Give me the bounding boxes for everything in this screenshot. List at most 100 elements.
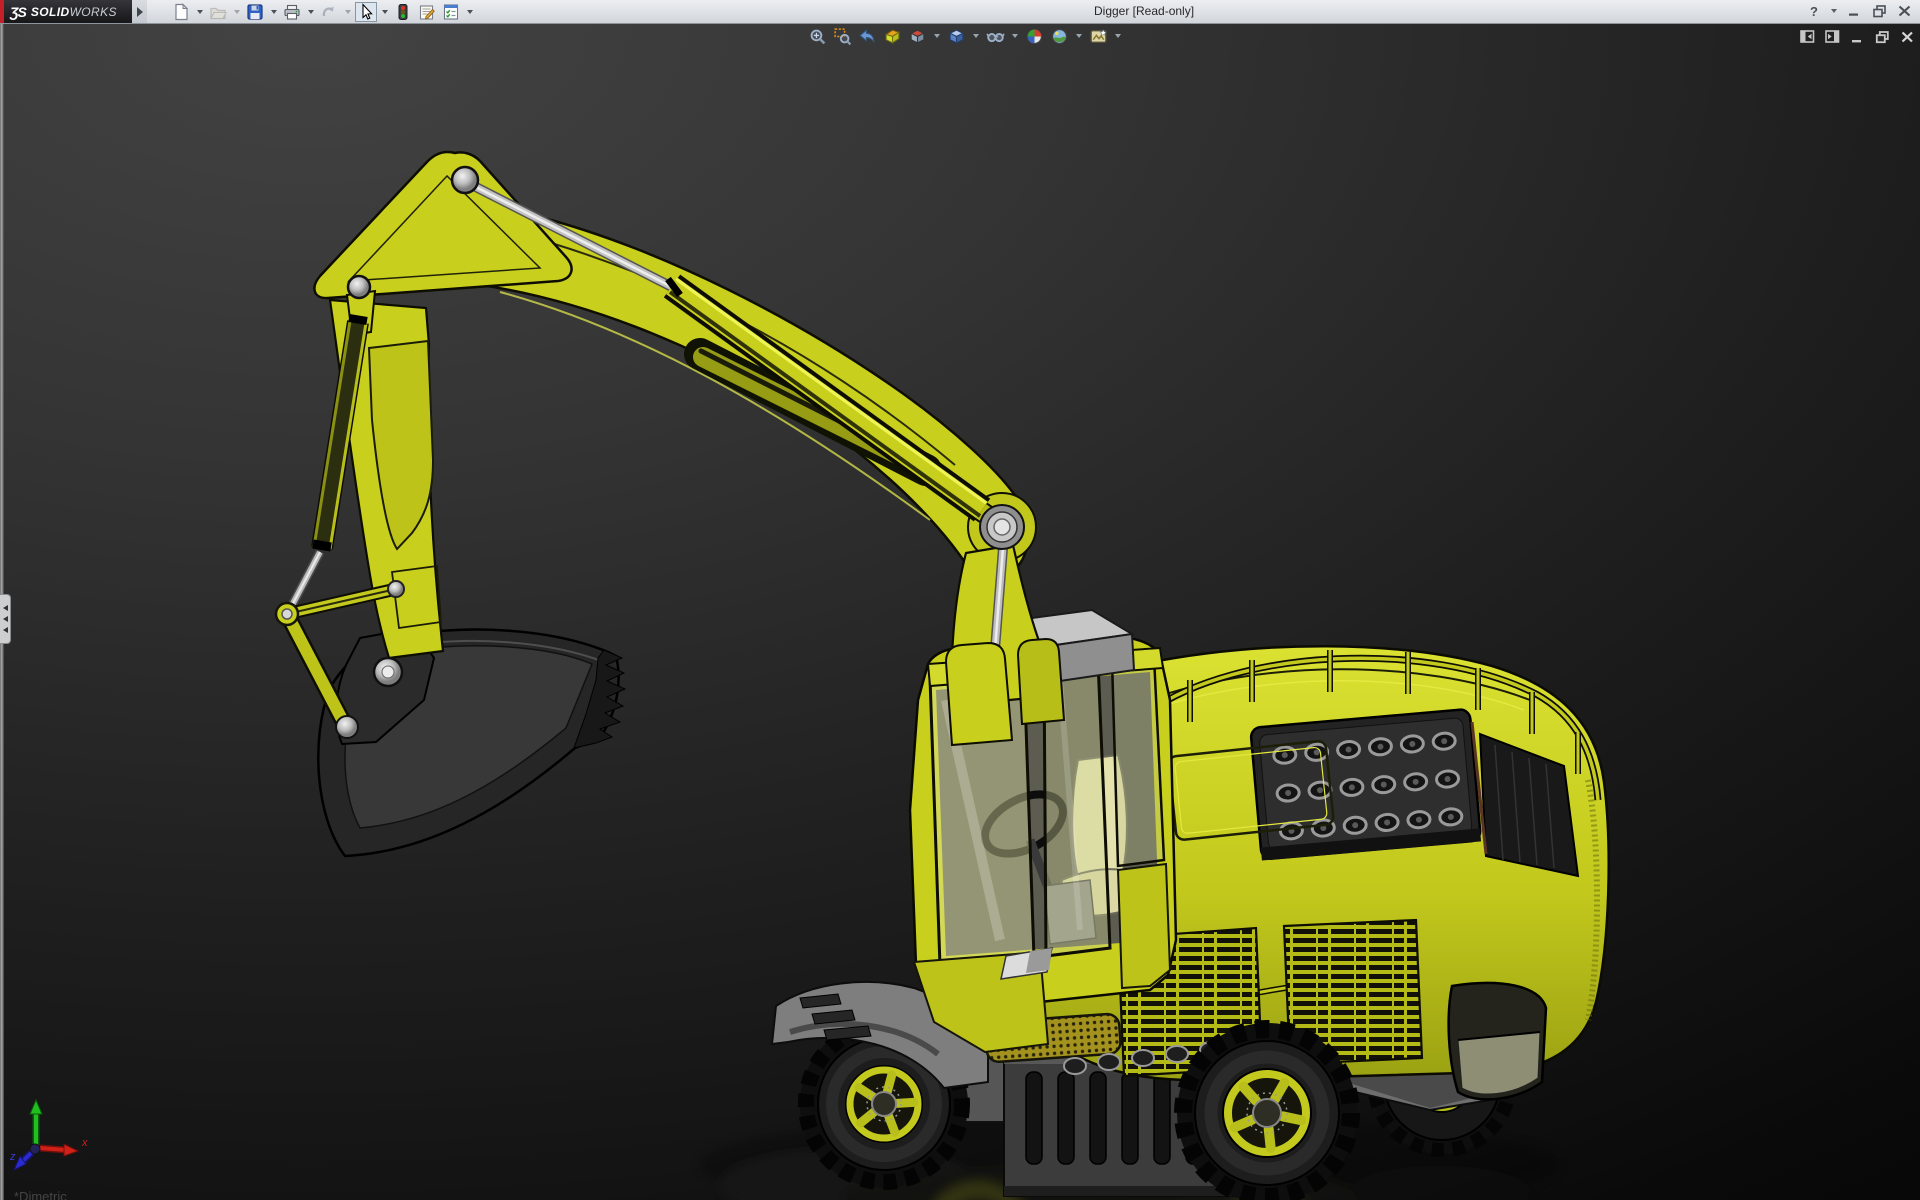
mount-plate-rear <box>1018 639 1064 724</box>
box-right-arrow-icon <box>1825 29 1840 44</box>
wheel-front-right[interactable] <box>1177 1023 1357 1200</box>
box-left-arrow-icon <box>1800 29 1815 44</box>
open-folder-icon <box>209 3 227 21</box>
help-button[interactable]: ? <box>1804 2 1824 20</box>
printer-icon <box>283 3 301 21</box>
close-x-icon <box>1900 30 1915 44</box>
back-arrow-icon <box>858 27 877 46</box>
options-checklist-icon <box>442 3 460 21</box>
brand-red-stripe <box>0 0 4 23</box>
print-dropdown[interactable] <box>305 2 316 22</box>
print-button[interactable] <box>281 2 303 22</box>
view-settings-dropdown[interactable] <box>1112 26 1123 46</box>
floppy-disk-icon <box>246 3 264 21</box>
close-button[interactable] <box>1894 2 1914 20</box>
restore-icon <box>1872 4 1887 18</box>
save-dropdown[interactable] <box>268 2 279 22</box>
brand-text: SOLIDWORKS <box>31 5 117 19</box>
section-cube-icon <box>883 27 902 46</box>
zoom-to-fit-button[interactable] <box>806 26 828 46</box>
options-button[interactable] <box>440 2 462 22</box>
glasses-icon <box>986 27 1005 46</box>
feature-manager-expand-handle[interactable] <box>0 594 11 644</box>
brand-logo: ƷS SOLIDWORKS <box>0 0 132 23</box>
orientation-cube-icon <box>908 27 927 46</box>
previous-view-button[interactable] <box>856 26 878 46</box>
view-orientation-label: *Dimetric <box>14 1189 67 1200</box>
edit-appearance-button[interactable] <box>1023 26 1045 46</box>
pane-expand-right-button[interactable] <box>1824 29 1840 44</box>
new-dropdown[interactable] <box>194 2 205 22</box>
triad-x-label: x <box>81 1137 88 1149</box>
graphics-viewport[interactable]: x z <box>0 23 1920 1200</box>
boom-apex-plate[interactable] <box>314 152 571 298</box>
right-arrow-icon <box>137 7 143 17</box>
scene-picture-icon <box>1089 27 1108 46</box>
chevron-down-icon <box>1115 34 1121 38</box>
display-style-dropdown[interactable] <box>970 26 981 46</box>
solidworks-swoosh-icon: ƷS <box>10 4 26 20</box>
hide-show-items-dropdown[interactable] <box>1009 26 1020 46</box>
restore-button[interactable] <box>1869 2 1889 20</box>
minimize-icon <box>1850 30 1864 44</box>
options-dropdown[interactable] <box>464 2 475 22</box>
undo-button[interactable] <box>318 2 340 22</box>
brand-light: WORKS <box>70 5 117 19</box>
apply-scene-dropdown[interactable] <box>1073 26 1084 46</box>
titlebar: ƷS SOLIDWORKS <box>0 0 1920 24</box>
chevron-down-icon <box>1012 34 1018 38</box>
chevron-down-icon <box>308 10 314 14</box>
chevron-down-icon <box>271 10 277 14</box>
view-orientation-button[interactable] <box>906 26 928 46</box>
undo-arrow-icon <box>320 3 338 21</box>
left-arrow-icon <box>3 627 8 633</box>
chevron-down-icon <box>345 10 351 14</box>
rear-window <box>1449 983 1546 1099</box>
file-properties-button[interactable] <box>416 2 438 22</box>
view-settings-button[interactable] <box>1087 26 1109 46</box>
doc-restore-button[interactable] <box>1874 29 1890 44</box>
model-canvas: x z <box>0 23 1920 1200</box>
traffic-light-icon <box>394 3 412 21</box>
doc-minimize-button[interactable] <box>1849 29 1865 44</box>
cursor-arrow-icon <box>357 3 375 21</box>
chevron-down-icon <box>1076 34 1082 38</box>
left-arrow-icon <box>3 616 8 622</box>
minimize-button[interactable] <box>1844 2 1864 20</box>
help-dropdown[interactable] <box>1829 2 1839 20</box>
select-dropdown[interactable] <box>379 2 390 22</box>
heads-up-view-toolbar <box>806 26 1123 46</box>
left-arrow-icon <box>3 605 8 611</box>
open-button[interactable] <box>207 2 229 22</box>
apply-scene-button[interactable] <box>1048 26 1070 46</box>
save-button[interactable] <box>244 2 266 22</box>
new-button[interactable] <box>170 2 192 22</box>
magnifier-icon <box>808 27 827 46</box>
chevron-down-icon <box>197 10 203 14</box>
zoom-to-area-button[interactable] <box>831 26 853 46</box>
select-button[interactable] <box>355 2 377 22</box>
window-controls: ? <box>1804 2 1914 20</box>
section-view-button[interactable] <box>881 26 903 46</box>
engine-block <box>1250 709 1481 861</box>
document-window-controls <box>1799 29 1915 44</box>
shaded-cube-icon <box>947 27 966 46</box>
open-dropdown[interactable] <box>231 2 242 22</box>
note-pencil-icon <box>418 3 436 21</box>
rebuild-button[interactable] <box>392 2 414 22</box>
hide-show-items-button[interactable] <box>984 26 1006 46</box>
pane-expand-left-button[interactable] <box>1799 29 1815 44</box>
undo-dropdown[interactable] <box>342 2 353 22</box>
doc-close-button[interactable] <box>1899 29 1915 44</box>
chevron-down-icon <box>234 10 240 14</box>
menu-flyout-button[interactable] <box>132 0 147 23</box>
chevron-down-icon <box>467 10 473 14</box>
display-style-button[interactable] <box>945 26 967 46</box>
triad-z-label: z <box>9 1151 16 1163</box>
minimize-icon <box>1847 4 1861 18</box>
window-title: Digger [Read-only] <box>1094 4 1194 18</box>
excavator-model[interactable] <box>276 152 1609 1200</box>
view-orientation-dropdown[interactable] <box>931 26 942 46</box>
restore-icon <box>1875 30 1890 44</box>
new-document-icon <box>172 3 190 21</box>
